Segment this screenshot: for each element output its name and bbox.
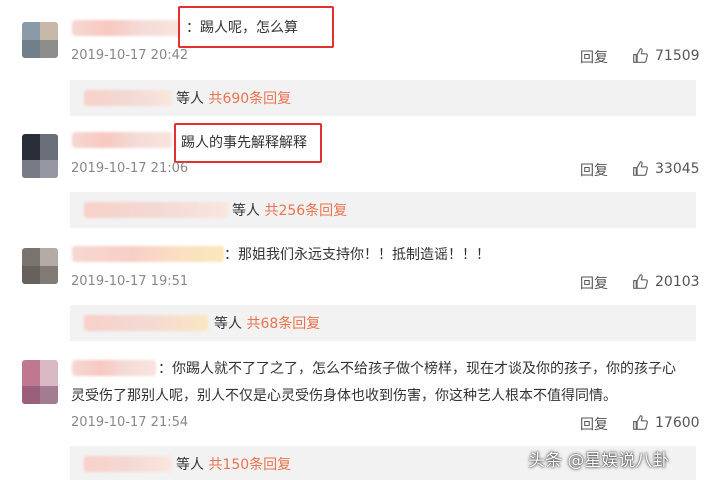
thumbs-up-icon: [633, 48, 648, 63]
reply-button[interactable]: 回复: [580, 160, 608, 180]
avatar[interactable]: [22, 134, 58, 178]
comment-date: 2019-10-17 19:51: [71, 274, 189, 289]
avatar[interactable]: [22, 22, 58, 58]
highlight-box: [178, 6, 334, 48]
comment-date: 2019-10-17 20:42: [71, 48, 189, 63]
sub-replies-count[interactable]: 共256条回复: [264, 203, 347, 219]
sub-replies-label: 等人: [176, 91, 204, 107]
like-count: 20103: [655, 273, 700, 290]
sub-replies-box[interactable]: 等人 共256条回复: [70, 192, 696, 228]
comment-date: 2019-10-17 21:54: [71, 415, 189, 430]
comment-text: ：那姐我们永远支持你！！抵制造谣！！！: [224, 247, 490, 263]
like-count: 71509: [655, 47, 700, 64]
comment-text-line-2: 灵受伤了那别人呢，别人不仅是心灵受伤身体也收到伤害，你这种艺人根本不值得同情。: [71, 388, 617, 404]
sub-replies-count[interactable]: 共690条回复: [208, 91, 291, 107]
like-button[interactable]: 33045: [632, 160, 700, 177]
sub-replies-count[interactable]: 共68条回复: [246, 316, 320, 332]
sub-replies-label: 等人: [176, 457, 204, 473]
thumbs-up-icon: [633, 415, 648, 430]
avatar[interactable]: [22, 360, 58, 404]
reply-button[interactable]: 回复: [580, 47, 608, 67]
like-count: 33045: [655, 160, 700, 177]
sub-replies-box[interactable]: 等人 共690条回复: [70, 80, 696, 116]
username-blurred[interactable]: [72, 132, 172, 148]
sub-replies-label: 等人: [232, 203, 260, 219]
sub-replier-names-blurred: [84, 315, 208, 331]
like-button[interactable]: 17600: [632, 414, 700, 431]
sub-replier-names-blurred: [84, 456, 172, 472]
thumbs-up-icon: [633, 274, 648, 289]
watermark: 头条 @星娱说八卦: [528, 451, 670, 471]
username-blurred[interactable]: [72, 246, 224, 262]
thumbs-up-icon: [633, 161, 648, 176]
highlight-box: [174, 123, 322, 163]
username-blurred[interactable]: [72, 20, 180, 36]
username-blurred[interactable]: [72, 360, 156, 376]
like-count: 17600: [655, 414, 700, 431]
sub-replier-names-blurred: [84, 202, 228, 218]
like-button[interactable]: 20103: [632, 273, 700, 290]
like-button[interactable]: 71509: [632, 47, 700, 64]
sub-replies-label: 等人: [214, 316, 242, 332]
reply-button[interactable]: 回复: [580, 414, 608, 434]
sub-replies-box[interactable]: 等人 共68条回复: [70, 305, 696, 341]
avatar[interactable]: [22, 248, 58, 284]
comment-date: 2019-10-17 21:06: [71, 161, 189, 176]
sub-replies-count[interactable]: 共150条回复: [208, 457, 291, 473]
comment-text-line-1: ：你踢人就不了了之了，怎么不给孩子做个榜样，现在才谈及你的孩子，你的孩子心: [158, 361, 676, 377]
sub-replier-names-blurred: [84, 90, 172, 106]
reply-button[interactable]: 回复: [580, 273, 608, 293]
